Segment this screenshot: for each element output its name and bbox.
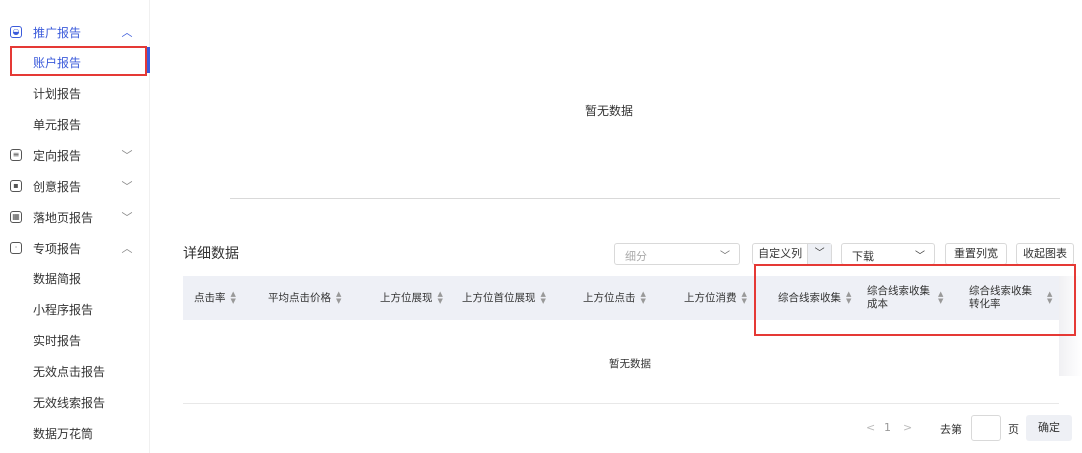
- sidebar-group-label: 创意报告: [33, 179, 82, 194]
- highlight-box-account-report: [10, 46, 147, 76]
- chevron-down-icon[interactable]: ﹀: [807, 244, 831, 264]
- column-header-label: 上方位点击: [583, 291, 636, 304]
- sort-icon[interactable]: ▲ ▼: [742, 291, 747, 305]
- sidebar-group-landing-page-report[interactable]: ▦ 落地页报告 ﹀: [0, 202, 150, 232]
- sort-icon[interactable]: ▲ ▼: [336, 291, 341, 305]
- chevron-up-icon: ︿: [121, 26, 133, 39]
- chevron-down-icon: ﹀: [121, 149, 133, 162]
- sidebar-item-invalid-click-report[interactable]: 无效点击报告: [0, 356, 150, 386]
- sidebar-item-plan-report[interactable]: 计划报告: [0, 78, 150, 108]
- column-header-top-first-impressions[interactable]: 上方位首位展现 ▲ ▼: [462, 276, 546, 320]
- column-header-label: 上方位消费: [684, 291, 737, 304]
- column-header-top-clicks[interactable]: 上方位点击 ▲ ▼: [583, 276, 646, 320]
- split-select[interactable]: 细分 ﹀: [614, 243, 740, 265]
- highlight-box-lead-columns: [754, 264, 1076, 336]
- sidebar-group-label: 落地页报告: [33, 210, 94, 225]
- pagination-page-input[interactable]: [971, 415, 1001, 441]
- column-header-label: 上方位展现: [380, 291, 433, 304]
- sidebar-item-realtime-report[interactable]: 实时报告: [0, 325, 150, 355]
- pagination-page-label: 页: [1008, 423, 1019, 436]
- sidebar-item-data-kaleidoscope[interactable]: 数据万花筒: [0, 418, 150, 448]
- sidebar-group-special-report[interactable]: · 专项报告 ︿: [0, 233, 150, 263]
- chevron-down-icon: ﹀: [121, 180, 133, 193]
- sidebar-group-label: 定向报告: [33, 148, 82, 163]
- detail-section-title: 详细数据: [183, 246, 239, 262]
- pagination-confirm-button[interactable]: 确定: [1026, 415, 1072, 441]
- chevron-left-icon[interactable]: <: [866, 421, 875, 434]
- target-icon: ≡: [10, 149, 22, 161]
- column-header-ctr[interactable]: 点击率 ▲ ▼: [194, 276, 236, 320]
- sidebar-group-creative-report[interactable]: ▪ 创意报告 ﹀: [0, 171, 150, 201]
- column-header-label: 点击率: [194, 291, 226, 304]
- table-bottom-border: [183, 403, 1059, 404]
- sidebar: ◒ 推广报告 ︿ 账户报告 计划报告 单元报告 ≡ 定向报告 ﹀ ▪ 创意报告 …: [0, 0, 150, 453]
- column-header-top-spend[interactable]: 上方位消费 ▲ ▼: [684, 276, 747, 320]
- custom-columns-label: 自定义列: [758, 247, 803, 260]
- sidebar-group-promotion-report[interactable]: ◒ 推广报告 ︿: [0, 17, 150, 47]
- sidebar-group-label: 推广报告: [33, 25, 82, 40]
- chevron-right-icon[interactable]: >: [903, 421, 912, 434]
- column-header-label: 平均点击价格: [268, 291, 331, 304]
- download-select[interactable]: 下载 ﹀: [841, 243, 935, 265]
- chart-empty-text: 暂无数据: [584, 104, 633, 118]
- chevron-down-icon: ﹀: [720, 251, 730, 262]
- creative-icon: ▪: [10, 180, 22, 192]
- sort-icon[interactable]: ▲ ▼: [641, 291, 646, 305]
- chevron-down-icon: ﹀: [121, 211, 133, 224]
- sidebar-item-data-brief[interactable]: 数据简报: [0, 263, 150, 293]
- chevron-down-icon: ﹀: [915, 251, 925, 262]
- pagination-goto-label: 去第: [940, 423, 962, 436]
- landing-page-icon: ▦: [10, 211, 22, 223]
- sort-icon[interactable]: ▲ ▼: [231, 291, 236, 305]
- reset-column-width-button[interactable]: 重置列宽: [945, 243, 1007, 265]
- pagination-page-number[interactable]: 1: [884, 421, 891, 434]
- sort-icon[interactable]: ▲ ▼: [541, 291, 546, 305]
- sidebar-item-mini-program-report[interactable]: 小程序报告: [0, 294, 150, 324]
- sidebar-group-targeting-report[interactable]: ≡ 定向报告 ﹀: [0, 140, 150, 170]
- chevron-up-icon: ︿: [121, 242, 133, 255]
- download-select-label: 下载: [852, 250, 874, 263]
- selected-indicator: [147, 47, 150, 73]
- sidebar-item-unit-report[interactable]: 单元报告: [0, 109, 150, 139]
- chart-icon: ◒: [10, 26, 22, 38]
- table-empty-text: 暂无数据: [609, 358, 651, 370]
- sidebar-group-label: 专项报告: [33, 241, 82, 256]
- column-header-top-impressions[interactable]: 上方位展现 ▲ ▼: [380, 276, 443, 320]
- chart-baseline: [230, 198, 1060, 199]
- special-report-icon: ·: [10, 242, 22, 254]
- collapse-chart-button[interactable]: 收起图表: [1016, 243, 1074, 265]
- column-header-label: 上方位首位展现: [462, 291, 536, 304]
- split-select-placeholder: 细分: [625, 250, 647, 263]
- sort-icon[interactable]: ▲ ▼: [438, 291, 443, 305]
- column-header-avg-cpc[interactable]: 平均点击价格 ▲ ▼: [268, 276, 341, 320]
- custom-columns-button[interactable]: 自定义列 ﹀: [752, 243, 832, 265]
- sidebar-item-invalid-lead-report[interactable]: 无效线索报告: [0, 387, 150, 417]
